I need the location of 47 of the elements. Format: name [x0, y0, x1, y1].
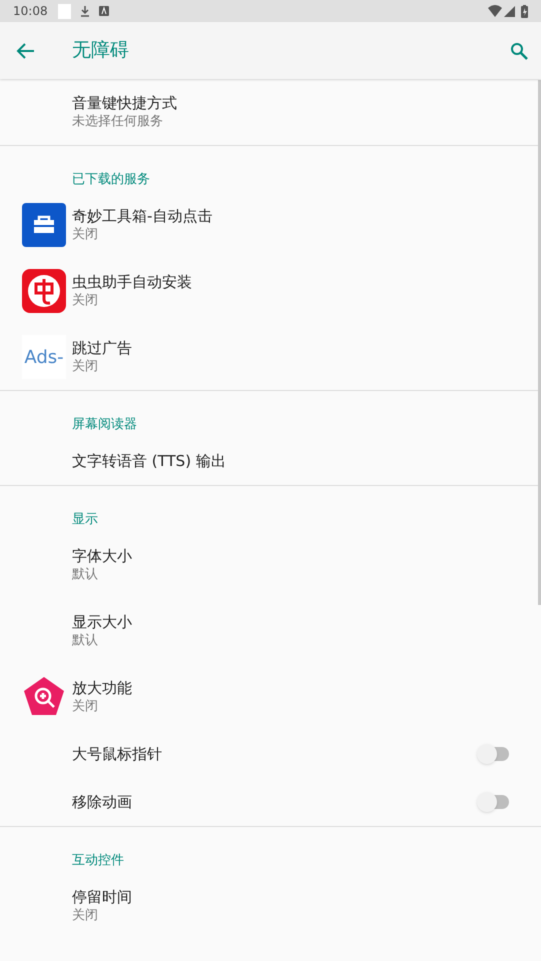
- section-header: 已下载的服务: [72, 172, 150, 187]
- toolbar-title: 无障碍: [72, 38, 129, 64]
- bug-logo-icon: [22, 269, 66, 313]
- item-title: 奇妙工具箱-自动点击: [72, 206, 214, 226]
- item-title: 停留时间: [72, 887, 133, 907]
- section-header: 屏幕阅读器: [72, 417, 137, 432]
- signal-icon: [504, 6, 515, 16]
- wifi-icon: [488, 5, 502, 17]
- item-title: 大号鼠标指针: [72, 744, 163, 764]
- settings-item[interactable]: 显示大小 默认: [0, 598, 541, 664]
- battery-icon: [521, 4, 528, 18]
- section-header: 互动控件: [72, 853, 124, 868]
- item-summary: 默认: [72, 632, 99, 650]
- item-summary: 关闭: [72, 907, 99, 925]
- item-title: 音量键快捷方式: [72, 93, 178, 113]
- item-title: 放大功能: [72, 678, 133, 698]
- settings-item[interactable]: 奇妙工具箱-自动点击 关闭: [0, 192, 541, 258]
- item-summary: 关闭: [72, 698, 99, 716]
- item-title: 移除动画: [72, 792, 133, 812]
- toolbox-icon: [22, 203, 66, 247]
- item-summary: 默认: [72, 566, 99, 584]
- item-title: 显示大小: [72, 612, 133, 632]
- settings-item[interactable]: 停留时间 关闭: [0, 873, 541, 939]
- settings-item[interactable]: 移除动画: [0, 778, 541, 826]
- settings-item[interactable]: 文字转语音 (TTS) 输出: [0, 437, 541, 485]
- settings-item[interactable]: 放大功能 关闭: [0, 664, 541, 730]
- item-summary: 关闭: [72, 292, 99, 310]
- search-icon[interactable]: [510, 42, 528, 60]
- settings-item[interactable]: 音量键快捷方式 未选择任何服务: [0, 79, 541, 145]
- item-title: 跳过广告: [72, 338, 133, 358]
- item-title: 文字转语音 (TTS) 输出: [72, 451, 227, 471]
- back-arrow-icon[interactable]: [16, 40, 36, 60]
- toggle-switch[interactable]: [477, 792, 511, 812]
- download-icon: [78, 5, 91, 17]
- item-summary: 未选择任何服务: [72, 113, 164, 131]
- ads-logo: Ads-: [22, 335, 66, 379]
- settings-item[interactable]: 字体大小 默认: [0, 532, 541, 598]
- item-title: 虫虫助手自动安装: [72, 272, 193, 292]
- item-summary: 关闭: [72, 226, 99, 244]
- status-time: 10:08: [13, 3, 48, 20]
- settings-item[interactable]: 虫虫助手自动安装 关闭: [0, 258, 541, 324]
- app-notification-icon: [98, 6, 109, 16]
- toggle-switch[interactable]: [477, 744, 511, 764]
- settings-item[interactable]: 大号鼠标指针: [0, 730, 541, 778]
- item-title: 字体大小: [72, 546, 133, 566]
- section-header: 显示: [72, 512, 98, 527]
- item-summary: 关闭: [72, 358, 99, 376]
